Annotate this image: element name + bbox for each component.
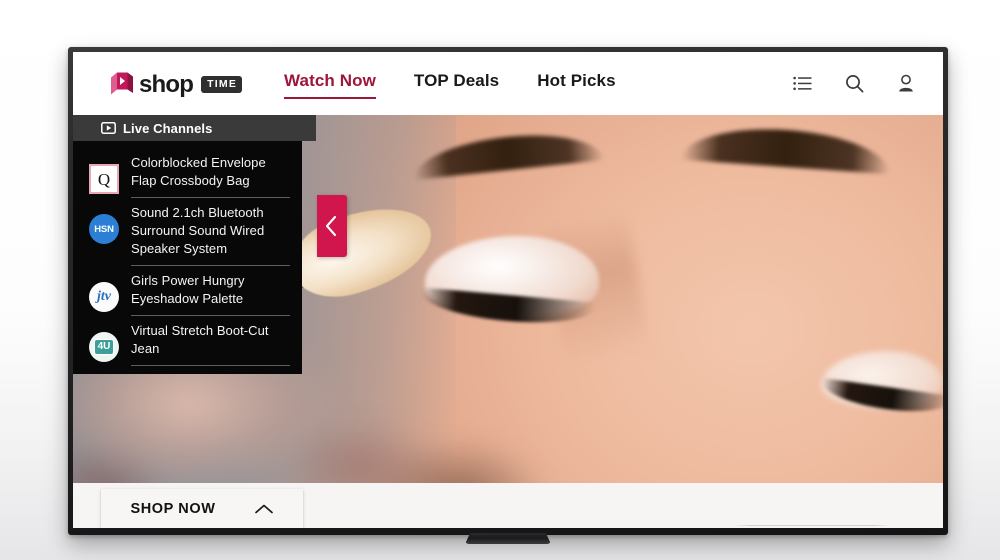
- jtv-logo-mark: jtv: [97, 289, 111, 304]
- nav-item-top-deals[interactable]: TOP Deals: [414, 71, 499, 96]
- shop4u-logo-mark: 4U: [93, 339, 115, 355]
- channel-item-text: Girls Power Hungry Eyeshadow Palette: [131, 272, 290, 316]
- main-nav: Watch Now TOP Deals Hot Picks: [284, 52, 616, 115]
- brand-logo[interactable]: shop TIME: [110, 70, 243, 98]
- tv-bezel: shop TIME Watch Now TOP Deals Hot Picks: [68, 47, 948, 535]
- shop4u-logo-icon: 4U: [87, 330, 121, 364]
- channel-list-item[interactable]: HSN Sound 2.1ch Bluetooth Surround Sound…: [73, 198, 302, 266]
- shopping-bag-play-icon: [111, 72, 133, 95]
- channel-item-text: Sound 2.1ch Bluetooth Surround Sound Wir…: [131, 204, 290, 266]
- shop-now-button[interactable]: SHOP NOW: [101, 489, 303, 528]
- live-channels-panel: Live Channels Q Colorblocked Envelope Fl…: [73, 115, 316, 374]
- sidebar-collapse-button[interactable]: [317, 195, 347, 257]
- channel-list-item[interactable]: jtv Girls Power Hungry Eyeshadow Palette: [73, 266, 302, 316]
- channel-item-text: Virtual Stretch Boot-Cut Jean: [131, 322, 290, 366]
- chevron-left-icon: [325, 215, 337, 237]
- channel-title: Sound 2.1ch Bluetooth Surround Sound Wir…: [131, 205, 265, 256]
- app-header: shop TIME Watch Now TOP Deals Hot Picks: [73, 52, 943, 115]
- television-set: shop TIME Watch Now TOP Deals Hot Picks: [68, 47, 948, 544]
- tv-stand: [465, 533, 551, 544]
- channel-list-item[interactable]: 4U Virtual Stretch Boot-Cut Jean: [73, 316, 302, 366]
- header-actions: [791, 73, 917, 95]
- chevron-up-icon: [254, 504, 273, 514]
- nav-item-watch-now[interactable]: Watch Now: [284, 71, 376, 99]
- tv-screen: shop TIME Watch Now TOP Deals Hot Picks: [73, 52, 943, 528]
- channel-title: Colorblocked Envelope Flap Crossbody Bag: [131, 155, 266, 188]
- hsn-logo-mark: HSN: [94, 223, 114, 235]
- hsn-logo-icon: HSN: [87, 212, 121, 246]
- list-menu-icon[interactable]: [791, 73, 813, 95]
- channel-title: Virtual Stretch Boot-Cut Jean: [131, 323, 269, 356]
- live-channels-title: Live Channels: [123, 120, 213, 136]
- channel-list: Q Colorblocked Envelope Flap Crossbody B…: [73, 141, 302, 374]
- play-in-box-icon: [101, 122, 116, 134]
- user-account-icon[interactable]: [895, 73, 917, 95]
- qvc-logo-mark: Q: [97, 169, 111, 189]
- jtv-logo-icon: jtv: [87, 280, 121, 314]
- search-icon[interactable]: [843, 73, 865, 95]
- channel-title: Girls Power Hungry Eyeshadow Palette: [131, 273, 245, 306]
- brand-time-badge: TIME: [201, 76, 243, 93]
- live-channels-header: Live Channels: [73, 115, 316, 141]
- channel-item-text: Colorblocked Envelope Flap Crossbody Bag: [131, 154, 290, 198]
- nav-item-hot-picks[interactable]: Hot Picks: [537, 71, 615, 96]
- brand-wordmark: shop: [139, 70, 194, 98]
- qvc-logo-icon: Q: [87, 162, 121, 196]
- channel-list-item[interactable]: Q Colorblocked Envelope Flap Crossbody B…: [73, 148, 302, 198]
- shop-now-label: SHOP NOW: [130, 501, 216, 517]
